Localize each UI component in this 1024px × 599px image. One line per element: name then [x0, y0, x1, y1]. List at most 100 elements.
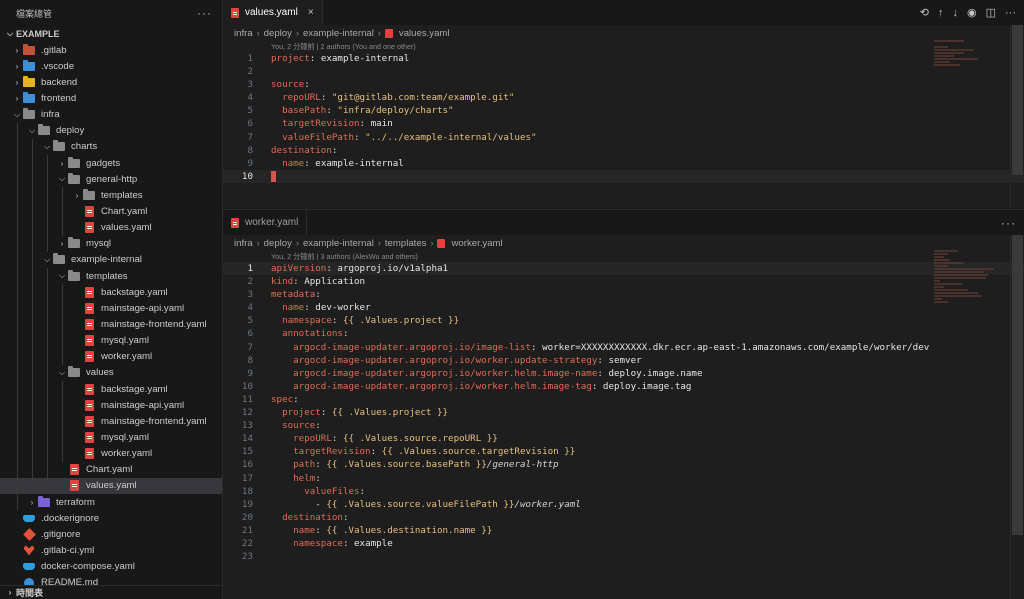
minimap[interactable]: [934, 250, 994, 304]
tree-file[interactable]: .dockerignore: [0, 510, 222, 526]
tree-file[interactable]: values.yaml: [0, 219, 222, 236]
tree-folder[interactable]: ⌵ infra: [0, 107, 222, 123]
ellipsis-icon[interactable]: ···: [197, 6, 212, 20]
tree-folder[interactable]: › mysql: [0, 235, 222, 252]
code-line[interactable]: 6 targetRevision: main: [223, 117, 1024, 130]
code-line[interactable]: 3 metadata:: [223, 288, 1024, 301]
code-line[interactable]: 17 helm:: [223, 472, 1024, 485]
code-line[interactable]: 18 valueFiles:: [223, 485, 1024, 498]
code-line[interactable]: 1 apiVersion: argoproj.io/v1alpha1: [223, 262, 1024, 276]
code-line[interactable]: 12 project: {{ .Values.project }}: [223, 406, 1024, 419]
tree-folder[interactable]: › frontend: [0, 90, 222, 106]
tree-file[interactable]: Chart.yaml: [0, 203, 222, 220]
tree-folder[interactable]: › templates: [0, 187, 222, 204]
vertical-scrollbar[interactable]: [1010, 235, 1024, 599]
split-editor-icon[interactable]: ◫: [986, 6, 996, 19]
tree-file[interactable]: mainstage-api.yaml: [0, 397, 222, 414]
close-icon[interactable]: ×: [308, 7, 314, 18]
code-line[interactable]: 3 source:: [223, 78, 1024, 91]
breadcrumb-item[interactable]: worker.yaml: [451, 238, 502, 249]
breadcrumb-item[interactable]: values.yaml: [399, 28, 450, 39]
code-line[interactable]: 21 name: {{ .Values.destination.name }}: [223, 524, 1024, 537]
tree-file[interactable]: values.yaml: [0, 477, 222, 494]
code-line[interactable]: 14 repoURL: {{ .Values.source.repoURL }}: [223, 432, 1024, 445]
code-line[interactable]: 2 kind: Application: [223, 275, 1024, 288]
tree-folder[interactable]: › terraform: [0, 493, 222, 511]
breadcrumb-item[interactable]: templates: [385, 238, 427, 249]
code-line[interactable]: 13 source:: [223, 419, 1024, 432]
tab-worker-yaml[interactable]: worker.yaml: [223, 210, 308, 235]
breadcrumb-item[interactable]: infra: [234, 238, 253, 249]
tree-folder[interactable]: ⌵ templates: [0, 267, 222, 285]
tree-file[interactable]: mainstage-frontend.yaml: [0, 316, 222, 333]
code-line[interactable]: 7 valueFilePath: "../../example-internal…: [223, 131, 1024, 144]
tree-file[interactable]: mainstage-api.yaml: [0, 300, 222, 317]
minimap[interactable]: [934, 40, 994, 67]
previous-change-icon[interactable]: ↑: [938, 7, 944, 19]
code-line[interactable]: 9 argocd-image-updater.argoproj.io/worke…: [223, 367, 1024, 380]
code-line[interactable]: 6 annotations:: [223, 327, 1024, 340]
code-line[interactable]: 23: [223, 550, 1024, 563]
code-line[interactable]: 4 name: dev-worker: [223, 301, 1024, 314]
code-line[interactable]: 9 name: example-internal: [223, 157, 1024, 170]
tree-file[interactable]: worker.yaml: [0, 445, 222, 462]
code-area[interactable]: 1 apiVersion: argoproj.io/v1alpha1 2 kind: …: [223, 262, 1024, 563]
next-change-icon[interactable]: ↓: [952, 7, 958, 19]
code-line[interactable]: 1 project: example-internal: [223, 52, 1024, 65]
tree-folder[interactable]: › backend: [0, 74, 222, 90]
code-line[interactable]: 20 destination:: [223, 511, 1024, 524]
tree-file[interactable]: backstage.yaml: [0, 380, 222, 398]
code-token: {{ .Values.source.repoURL }}: [342, 433, 498, 445]
timeline-section[interactable]: › 時間表: [0, 585, 222, 599]
code-line[interactable]: 7 argocd-image-updater.argoproj.io/image…: [223, 341, 1024, 354]
tree-folder[interactable]: ⌵ deploy: [0, 122, 222, 139]
code-line[interactable]: 8 destination:: [223, 144, 1024, 157]
vertical-scrollbar[interactable]: [1010, 25, 1024, 208]
tree-folder[interactable]: ⌵ charts: [0, 138, 222, 155]
tree-file[interactable]: Chart.yaml: [0, 461, 222, 478]
code-token: project: [282, 407, 321, 419]
tree-file[interactable]: backstage.yaml: [0, 284, 222, 301]
code-line[interactable]: 5 namespace: {{ .Values.project }}: [223, 314, 1024, 327]
breadcrumb-item[interactable]: example-internal: [303, 238, 374, 249]
tree-file[interactable]: mysql.yaml: [0, 429, 222, 446]
breadcrumb-item[interactable]: infra: [234, 28, 253, 39]
code-area[interactable]: 1 project: example-internal 2 3 source: 4 rep…: [223, 52, 1024, 183]
code-line[interactable]: 5 basePath: "infra/deploy/charts": [223, 104, 1024, 117]
tree-folder[interactable]: › gadgets: [0, 154, 222, 172]
ellipsis-icon[interactable]: ···: [1005, 7, 1016, 19]
workspace-root[interactable]: ⌵ EXAMPLE: [0, 26, 222, 42]
indent-guide: [17, 348, 18, 365]
breadcrumb-item[interactable]: example-internal: [303, 28, 374, 39]
folder-open-icon: [68, 172, 80, 184]
code-line[interactable]: 16 path: {{ .Values.source.basePath }}/g…: [223, 458, 1024, 471]
tree-file[interactable]: .gitlab-ci.yml: [0, 542, 222, 558]
tree-file[interactable]: mysql.yaml: [0, 332, 222, 349]
breadcrumb-item[interactable]: deploy: [264, 28, 292, 39]
tree-file[interactable]: .gitignore: [0, 526, 222, 542]
tab-values-yaml[interactable]: values.yaml ×: [223, 0, 323, 25]
code-line[interactable]: 10: [223, 169, 1024, 183]
code-line[interactable]: 11 spec:: [223, 393, 1024, 406]
line-content: valueFilePath: "../../example-internal/v…: [253, 131, 536, 144]
tree-folder[interactable]: › .vscode: [0, 58, 222, 74]
code-line[interactable]: 4 repoURL: "git@gitlab.com:team/example.…: [223, 91, 1024, 104]
tree-folder[interactable]: ⌵ general-http: [0, 171, 222, 188]
code-line[interactable]: 8 argocd-image-updater.argoproj.io/worke…: [223, 354, 1024, 367]
tree-folder[interactable]: › .gitlab: [0, 42, 222, 58]
code-line[interactable]: 10 argocd-image-updater.argoproj.io/work…: [223, 380, 1024, 393]
code-line[interactable]: 2: [223, 65, 1024, 78]
tree-file[interactable]: worker.yaml: [0, 348, 222, 365]
tree-file[interactable]: docker-compose.yaml: [0, 559, 222, 575]
code-line[interactable]: 15 targetRevision: {{ .Values.source.tar…: [223, 445, 1024, 458]
tree-file[interactable]: mainstage-frontend.yaml: [0, 413, 222, 430]
ellipsis-icon[interactable]: ···: [1001, 216, 1016, 230]
git-graph-icon[interactable]: ◉: [967, 6, 977, 19]
tree-folder[interactable]: ⌵ values: [0, 364, 222, 381]
tree-folder[interactable]: ⌵ example-internal: [0, 251, 222, 268]
breadcrumb-item[interactable]: deploy: [264, 238, 292, 249]
code-line[interactable]: 19 - {{ .Values.source.valueFilePath }}/…: [223, 498, 1024, 511]
open-changes-icon[interactable]: ⟲: [920, 6, 929, 19]
code-line[interactable]: 22 namespace: example: [223, 537, 1024, 550]
